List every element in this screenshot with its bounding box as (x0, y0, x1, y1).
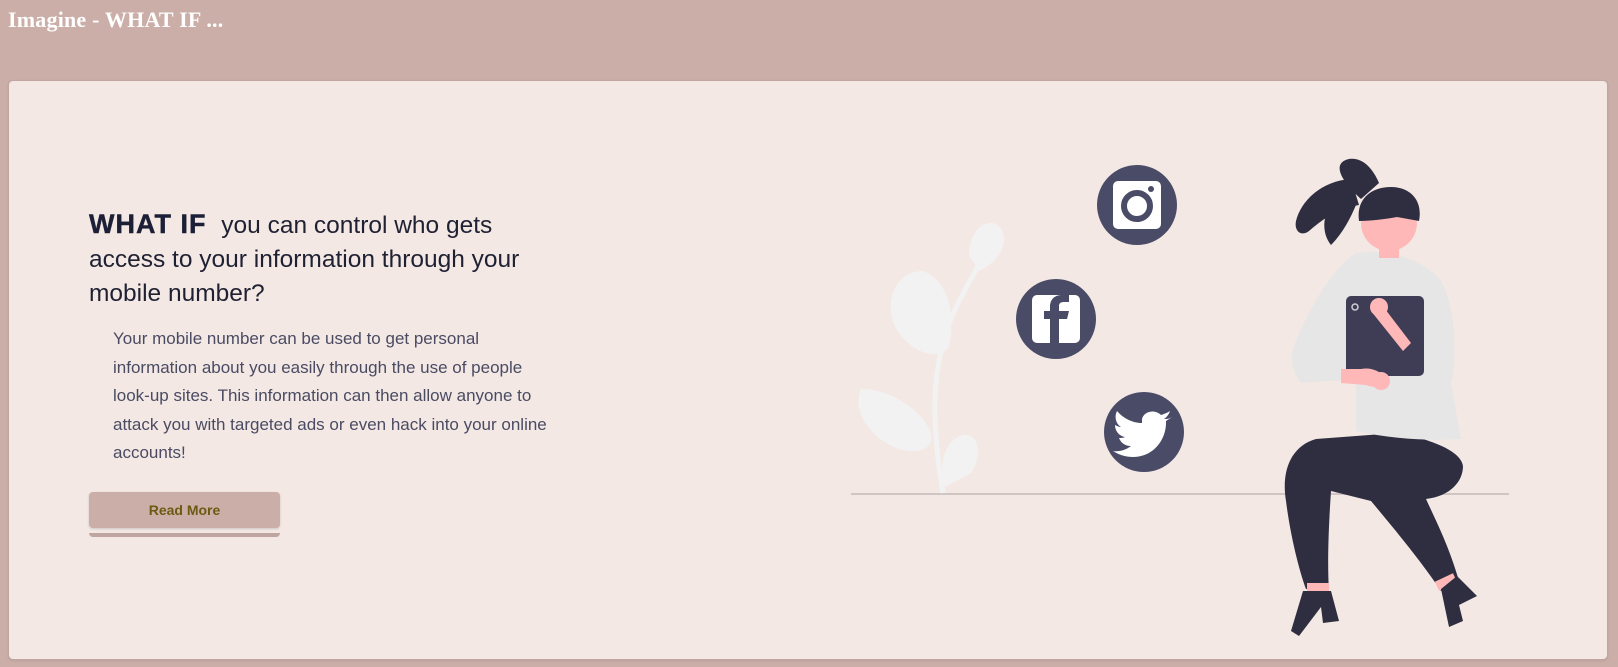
plant-decoration (858, 222, 1005, 494)
hero-description: Your mobile number can be used to get pe… (113, 329, 547, 463)
twitter-icon (1104, 392, 1184, 472)
social-media-illustration (851, 158, 1509, 636)
site-title: Imagine - WHAT IF ... (8, 7, 224, 32)
hero-headline: WHAT IF you can control who gets access … (89, 207, 559, 311)
read-more-button-shadow (89, 533, 280, 537)
hero-card: WHAT IF you can control who gets access … (8, 80, 1608, 660)
facebook-icon (1016, 279, 1096, 359)
read-more-button[interactable]: Read More (89, 492, 280, 528)
headline-emphasis: WHAT IF (89, 209, 207, 239)
woman-figure (1284, 158, 1477, 636)
instagram-icon (1097, 165, 1177, 245)
